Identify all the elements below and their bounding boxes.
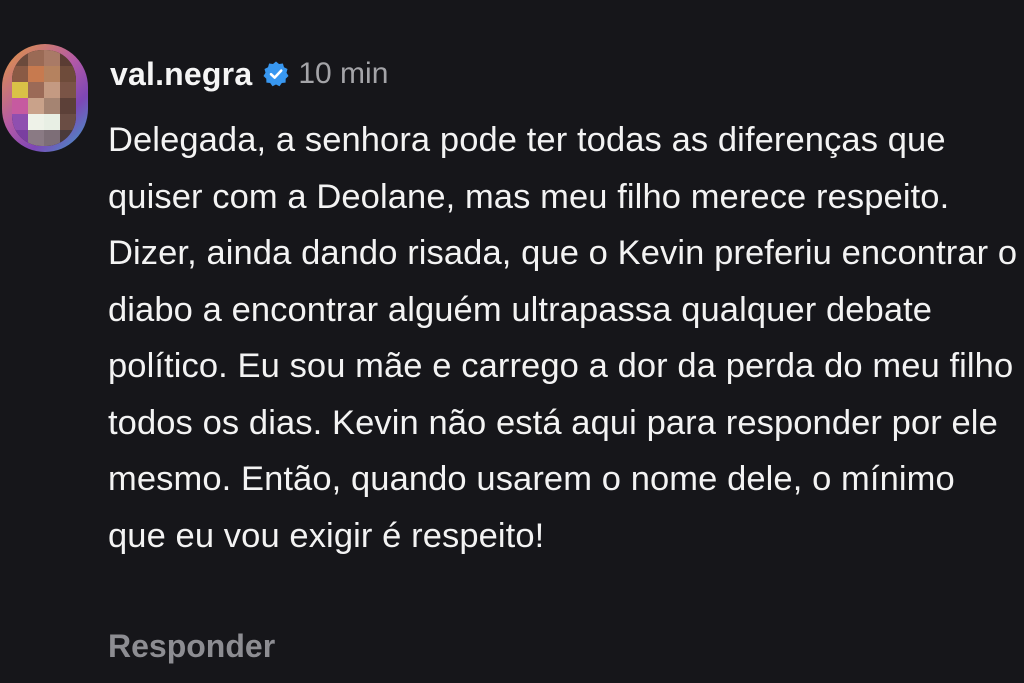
reply-button[interactable]: Responder bbox=[108, 628, 275, 665]
username-link[interactable]: val.negra bbox=[110, 56, 252, 93]
avatar-blurred-image bbox=[12, 50, 76, 146]
comment: val.negra 10 min Delegada, a senhora pod… bbox=[0, 0, 1024, 683]
avatar[interactable] bbox=[2, 44, 88, 152]
verified-badge-icon bbox=[262, 60, 290, 88]
timestamp: 10 min bbox=[298, 57, 389, 90]
comment-header: val.negra 10 min bbox=[110, 52, 388, 96]
comment-text: Delegada, a senhora pode ter todas as di… bbox=[108, 121, 1018, 555]
